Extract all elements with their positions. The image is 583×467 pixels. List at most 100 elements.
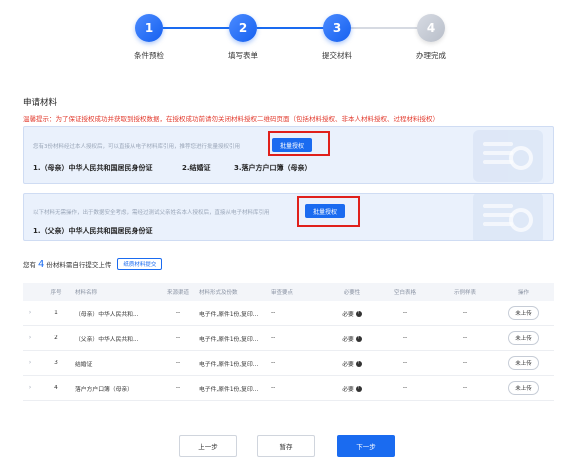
authorize-hint: 以下材料无需操作，出于数据安全考虑，需经过测试父亲姓名本人授权后，直接从电子材料…	[33, 210, 270, 216]
row-number: 3	[54, 360, 58, 366]
sample-form: --	[462, 310, 468, 316]
row-number: 4	[54, 385, 58, 391]
table-row: › 1 （母亲）中华人民共和... -- 电子件,原件1份,复印... -- 必…	[23, 301, 554, 326]
step-1-label: 条件预检	[134, 51, 164, 60]
step-connector	[257, 27, 327, 29]
warning-notice: 温馨提示：为了保证授权成功并获取到授权数据，在授权成功前请勿关闭材料授权二维码页…	[23, 115, 439, 123]
highlight-box	[297, 196, 360, 227]
section-title: 申请材料	[23, 98, 58, 108]
operation-cell: 未上传	[493, 306, 554, 320]
header-cell: 材料名称	[75, 290, 98, 296]
blank-form: --	[402, 310, 408, 316]
sample-form: --	[462, 385, 468, 391]
info-icon[interactable]: !	[355, 361, 362, 367]
step-3-circle: 3	[323, 14, 351, 42]
header-cell: 来源渠道	[166, 290, 189, 296]
review-points: --	[271, 385, 276, 391]
doc-item: 2.结婚证	[182, 164, 211, 172]
doc-item: 3.落户方户口簿（母亲）	[234, 164, 312, 172]
step-connector	[351, 27, 421, 29]
expand-chevron-icon[interactable]: ›	[23, 385, 37, 391]
upload-button[interactable]: 未上传	[508, 331, 539, 345]
material-form: 电子件,原件1份,复印...	[199, 336, 259, 343]
step-4-circle: 4	[417, 14, 445, 42]
operation-cell: 未上传	[493, 331, 554, 345]
table-row: › 4 落户方户口簿（母亲） -- 电子件,原件1份,复印... -- 必要! …	[23, 376, 554, 401]
necessity: 必要!	[331, 309, 373, 318]
review-points: --	[271, 335, 276, 341]
materials-table: 序号 材料名称 来源渠道 材料形式及份数 审查要点 必要性 空白表格 示例样表 …	[23, 283, 554, 401]
material-name: 结婚证	[75, 361, 93, 368]
header-cell: 必要性	[343, 290, 361, 296]
step-2-circle: 2	[229, 14, 257, 42]
blank-form: --	[402, 360, 408, 366]
material-name: （父亲）中华人民共和...	[75, 336, 139, 343]
review-points: --	[271, 310, 276, 316]
header-cell: 操作	[517, 290, 529, 296]
material-form: 电子件,原件1份,复印...	[199, 386, 259, 393]
doc-item: 1.（母亲）中华人民共和国居民身份证	[33, 164, 153, 172]
upload-prefix: 您有	[23, 261, 36, 269]
source-channel: --	[175, 310, 181, 316]
necessity: 必要!	[331, 334, 373, 343]
necessity: 必要!	[331, 384, 373, 393]
necessity-label: 必要	[342, 336, 354, 343]
necessity-label: 必要	[342, 386, 354, 393]
material-name: （母亲）中华人民共和...	[75, 311, 139, 318]
card-decoration	[473, 130, 543, 182]
upload-suffix: 份材料需自行提交上传	[46, 261, 112, 269]
necessity-label: 必要	[342, 361, 354, 368]
row-number: 2	[54, 335, 58, 341]
step-4-label: 办理完成	[416, 51, 446, 60]
review-points: --	[271, 360, 276, 366]
prev-step-button[interactable]: 上一步	[179, 435, 237, 457]
source-channel: --	[175, 335, 181, 341]
header-cell: 示例样表	[453, 290, 476, 296]
doc-item: 1.（父亲）中华人民共和国居民身份证	[33, 227, 153, 235]
highlight-box	[268, 131, 330, 156]
authorize-box-2: 以下材料无需操作，出于数据安全考虑，需经过测试父亲姓名本人授权后，直接从电子材料…	[23, 193, 554, 241]
step-3-label: 提交材料	[322, 51, 352, 60]
material-form: 电子件,原件1份,复印...	[199, 311, 259, 318]
sample-form: --	[462, 335, 468, 341]
row-number: 1	[54, 310, 58, 316]
step-connector	[163, 27, 233, 29]
header-cell: 序号	[50, 290, 62, 296]
step-2-label: 填写表单	[228, 51, 258, 60]
upload-button[interactable]: 未上传	[508, 356, 539, 370]
info-icon[interactable]: !	[355, 386, 362, 392]
expand-chevron-icon[interactable]: ›	[23, 310, 37, 316]
next-step-button[interactable]: 下一步	[337, 435, 395, 457]
necessity-label: 必要	[342, 311, 354, 318]
operation-cell: 未上传	[493, 381, 554, 395]
paper-submit-button[interactable]: 纸质材料提交	[117, 258, 163, 270]
material-form: 电子件,原件1份,复印...	[199, 361, 259, 368]
necessity: 必要!	[331, 359, 373, 368]
operation-cell: 未上传	[493, 356, 554, 370]
step-1-circle: 1	[135, 14, 163, 42]
progress-stepper: 1 2 3 4 条件预检 填写表单 提交材料 办理完成	[0, 0, 583, 75]
blank-form: --	[402, 335, 408, 341]
sample-form: --	[462, 360, 468, 366]
info-icon[interactable]: !	[355, 336, 362, 342]
upload-button[interactable]: 未上传	[508, 306, 539, 320]
upload-summary: 您有 4 份材料需自行提交上传 纸质材料提交	[23, 258, 163, 270]
material-name: 落户方户口簿（母亲）	[75, 386, 133, 393]
source-channel: --	[175, 360, 181, 366]
info-icon[interactable]: !	[355, 311, 362, 317]
header-cell: 材料形式及份数	[199, 290, 238, 296]
header-cell: 空白表格	[393, 290, 416, 296]
expand-chevron-icon[interactable]: ›	[23, 360, 37, 366]
upload-button[interactable]: 未上传	[508, 381, 539, 395]
source-channel: --	[175, 385, 181, 391]
upload-count: 4	[38, 258, 45, 270]
expand-chevron-icon[interactable]: ›	[23, 335, 37, 341]
blank-form: --	[402, 385, 408, 391]
authorize-hint: 您有3份材料经过本人授权后，可以直接从电子材料库引用，推荐您进行批量授权引用	[33, 144, 241, 150]
table-header: 序号 材料名称 来源渠道 材料形式及份数 审查要点 必要性 空白表格 示例样表 …	[23, 283, 554, 301]
header-cell: 审查要点	[271, 290, 294, 296]
table-row: › 3 结婚证 -- 电子件,原件1份,复印... -- 必要! -- -- 未…	[23, 351, 554, 376]
table-row: › 2 （父亲）中华人民共和... -- 电子件,原件1份,复印... -- 必…	[23, 326, 554, 351]
save-draft-button[interactable]: 暂存	[257, 435, 315, 457]
card-decoration	[473, 194, 543, 240]
